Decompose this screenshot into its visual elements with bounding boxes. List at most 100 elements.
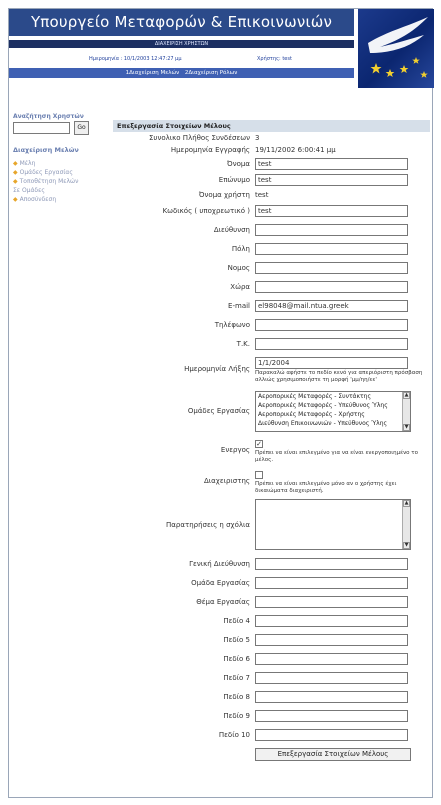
field6-input[interactable] — [255, 653, 408, 665]
nav-members-link[interactable]: 1Διαχείριση Μελών — [126, 70, 179, 76]
work-group-input[interactable] — [255, 577, 408, 589]
expiry-label: Ημερομηνία Λήξης — [184, 365, 250, 373]
sidebar-item-assign-cont[interactable]: Σε Ομάδες — [13, 186, 108, 195]
section-subtitle: ΔΙΑΧΕΙΡΙΣΗ ΧΡΗΣΤΩΝ — [9, 40, 354, 48]
password-label: Κωδικός ( υποχρεωτικό ) — [162, 207, 250, 215]
row-email: E-mail — [113, 296, 430, 315]
expiry-input[interactable] — [255, 357, 408, 369]
field8-input[interactable] — [255, 691, 408, 703]
username-label: Όνομα χρήστη — [198, 191, 250, 199]
checkmark-icon: ✓ — [256, 440, 262, 448]
member-edit-form: Επεξεργασία Στοιχείων Μέλους Συνολικο Πλ… — [113, 120, 430, 764]
groups-scrollbar[interactable]: ▲ ▼ — [402, 392, 410, 431]
sidebar-section-title: Διαχείριση Μελών — [13, 146, 79, 154]
scroll-down-icon[interactable]: ▼ — [403, 542, 410, 549]
prefecture-input[interactable] — [255, 262, 408, 274]
row-notes: Παρατηρήσεις η σχόλια ▲ ▼ — [113, 496, 430, 554]
search-go-button[interactable]: Go — [74, 121, 89, 135]
row-last-name: Επώνυμο — [113, 172, 430, 188]
row-zip: Τ.Κ. — [113, 334, 430, 353]
row-work-subject: Θέμα Εργασίας — [113, 592, 430, 611]
row-city: Πόλη — [113, 239, 430, 258]
nav-roles-link[interactable]: 2Διαχείριση Ρόλων — [185, 70, 237, 76]
password-input[interactable] — [255, 205, 408, 217]
zip-label: Τ.Κ. — [236, 340, 250, 348]
row-address: Διεύθυνση — [113, 220, 430, 239]
field4-input[interactable] — [255, 615, 408, 627]
phone-label: Τηλέφωνο — [214, 321, 250, 329]
email-input[interactable] — [255, 300, 408, 312]
gen-dir-label: Γενική Διεύθυνση — [189, 560, 250, 568]
groups-option[interactable]: Αεροπορικές Μεταφορές - Συντάκτης — [256, 392, 410, 401]
submit-button[interactable]: Επεξεργασία Στοιχείων Μέλους — [255, 748, 411, 761]
field5-input[interactable] — [255, 634, 408, 646]
expiry-hint: Παρακαλώ αφήστε το πεδίο κενό για απεριό… — [255, 370, 423, 383]
user-value: test — [282, 56, 292, 62]
sidebar-item-workgroups[interactable]: ◆ Ομάδες Εργασίας — [13, 168, 108, 177]
row-field8: Πεδίο 8 — [113, 687, 430, 706]
row-field9: Πεδίο 9 — [113, 706, 430, 725]
bullet-icon: ◆ — [13, 160, 18, 167]
sidebar-item-assign[interactable]: ◆ Τοποθέτηση Μελών — [13, 177, 108, 186]
field5-label: Πεδίο 5 — [223, 636, 250, 644]
row-first-name: Όνομα — [113, 156, 430, 172]
phone-input[interactable] — [255, 319, 408, 331]
top-nav: 1Διαχείριση Μελών 2Διαχείριση Ρόλων — [9, 68, 354, 78]
sidebar-item-members[interactable]: ◆ Μέλη — [13, 159, 108, 168]
row-submit: Επεξεργασία Στοιχείων Μέλους — [113, 744, 430, 764]
bullet-icon: ◆ — [13, 196, 18, 203]
zip-input[interactable] — [255, 338, 408, 350]
user-info: Χρήστης: test — [257, 56, 292, 62]
active-label: Ενεργος — [220, 446, 250, 454]
row-groups: Ομάδες Εργασίας Αεροπορικές Μεταφορές - … — [113, 387, 430, 435]
row-field4: Πεδίο 4 — [113, 611, 430, 630]
active-checkbox[interactable]: ✓ — [255, 440, 263, 448]
row-reg-date: Ημερομηνία Εγγραφής 19/11/2002 6:00:41 μ… — [113, 144, 430, 156]
groups-option[interactable]: Αεροπορικές Μεταφορές - Χρήστης — [256, 410, 410, 419]
reg-date-label: Ημερομηνία Εγγραφής — [170, 146, 250, 154]
sidebar-item-logout[interactable]: ◆ Αποσύνδεση — [13, 195, 108, 204]
last-name-input[interactable] — [255, 174, 408, 186]
sidebar: Αναζήτηση Χρηστών Go Διαχείριση Μελών ◆ Μ… — [9, 111, 109, 311]
site-title: Υπουργείο Μεταφορών & Επικοινωνιών — [9, 9, 354, 36]
bullet-icon: ◆ — [13, 178, 18, 185]
last-name-label: Επώνυμο — [218, 176, 250, 184]
row-gen-dir: Γενική Διεύθυνση — [113, 554, 430, 573]
first-name-input[interactable] — [255, 158, 408, 170]
groups-multiselect[interactable]: Αεροπορικές Μεταφορές - Συντάκτης Αεροπο… — [255, 391, 411, 432]
admin-label: Διαχειριστης — [204, 477, 250, 485]
field9-label: Πεδίο 9 — [223, 712, 250, 720]
field9-input[interactable] — [255, 710, 408, 722]
admin-checkbox[interactable] — [255, 471, 263, 479]
field10-input[interactable] — [255, 729, 408, 741]
email-label: E-mail — [228, 302, 250, 310]
notes-textarea[interactable]: ▲ ▼ — [255, 499, 411, 550]
row-expiry: Ημερομηνία Λήξης Παρακαλώ αφήστε το πεδί… — [113, 353, 430, 387]
scroll-down-icon[interactable]: ▼ — [403, 424, 410, 431]
reg-date-value: 19/11/2002 6:00:41 μμ — [255, 146, 336, 154]
sidebar-menu: ◆ Μέλη ◆ Ομάδες Εργασίας ◆ Τοποθέτηση Μελών… — [13, 159, 108, 204]
row-prefecture: Νομος — [113, 258, 430, 277]
groups-option[interactable]: Αεροπορικές Μεταφορές - Υπεύθυνος Ύλης — [256, 401, 410, 410]
field7-label: Πεδίο 7 — [223, 674, 250, 682]
scroll-up-icon[interactable]: ▲ — [403, 392, 410, 399]
field6-label: Πεδίο 6 — [223, 655, 250, 663]
active-hint: Πρέπει να είναι επιλεγμένο για να είναι … — [255, 450, 418, 463]
field8-label: Πεδίο 8 — [223, 693, 250, 701]
country-input[interactable] — [255, 281, 408, 293]
groups-option[interactable]: Διεύθυνση Επικοινωνιών - Υπεύθυνος Ύλης — [256, 419, 410, 428]
field7-input[interactable] — [255, 672, 408, 684]
gen-dir-input[interactable] — [255, 558, 408, 570]
date-label: Ημερομηνία : — [89, 56, 123, 62]
address-input[interactable] — [255, 224, 408, 236]
work-subject-input[interactable] — [255, 596, 408, 608]
city-input[interactable] — [255, 243, 408, 255]
row-password: Κωδικός ( υποχρεωτικό ) — [113, 201, 430, 220]
login-count-value: 3 — [255, 134, 260, 142]
search-input[interactable] — [13, 122, 70, 134]
notes-scrollbar[interactable]: ▲ ▼ — [402, 500, 410, 549]
prefecture-label: Νομος — [227, 264, 250, 272]
scroll-up-icon[interactable]: ▲ — [403, 500, 410, 507]
header: Υπουργείο Μεταφορών & Επικοινωνιών ΔΙΑΧΕ… — [9, 9, 434, 88]
search-label: Αναζήτηση Χρηστών — [13, 113, 84, 120]
